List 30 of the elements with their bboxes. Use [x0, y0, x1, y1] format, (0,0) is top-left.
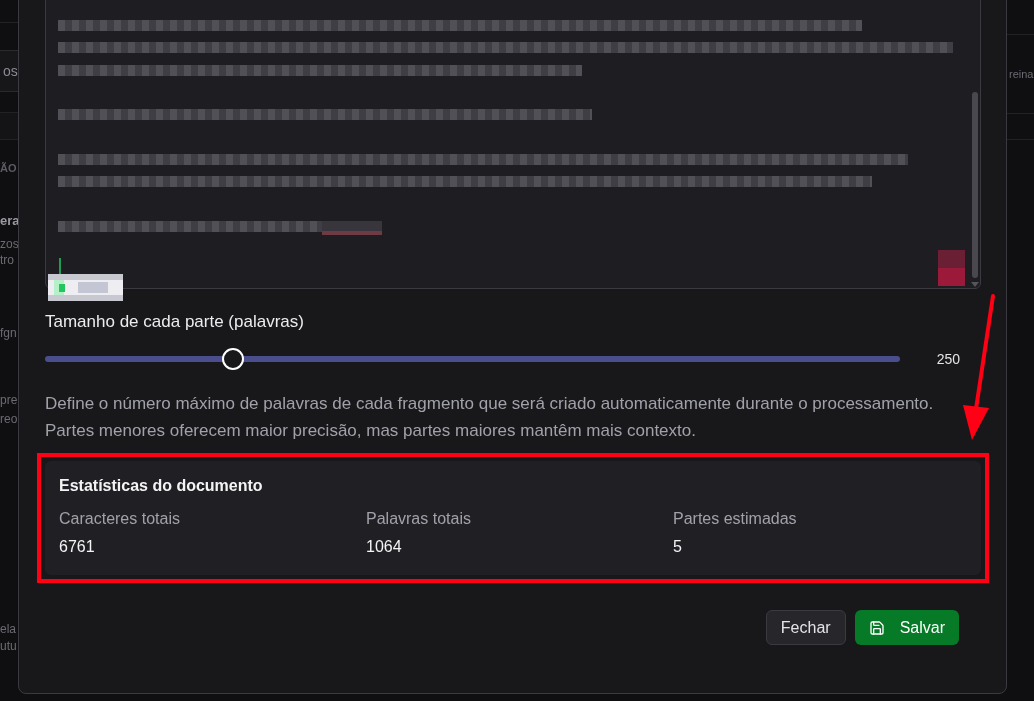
body-text: ela	[0, 621, 16, 638]
description-text: Define o número máximo de palavras de cada fragmento que será criado automaticamente durante o processamento.	[45, 393, 934, 415]
body-text: reina	[1009, 66, 1034, 82]
statistic-value: 5	[673, 537, 682, 557]
body-text: reo	[0, 411, 18, 428]
body-text: pre	[0, 392, 18, 409]
statistic-value: 1064	[366, 537, 402, 557]
slider-value: 250	[936, 349, 960, 369]
scroll-down-icon[interactable]	[971, 282, 979, 287]
body-text: tro	[0, 252, 14, 268]
field-label: Tamanho de cada parte (palavras)	[45, 312, 304, 332]
statistic-label: Palavras totais	[366, 509, 471, 529]
annotation-arrow-icon	[961, 293, 996, 442]
close-button[interactable]: Fechar	[765, 610, 846, 645]
statistic-label: Partes estimadas	[673, 509, 797, 529]
redacted-block	[938, 250, 965, 286]
scrollbar-thumb[interactable]	[972, 92, 978, 278]
description-text: Partes menores oferecem maior precisão, mas partes maiores mantêm mais contexto.	[45, 420, 696, 442]
statistics-title: Estatísticas do documento	[59, 476, 263, 496]
text-cursor-icon	[59, 258, 61, 274]
body-text: zos	[0, 236, 19, 252]
body-text: utu	[0, 638, 17, 655]
statistic-label: Caracteres totais	[59, 509, 180, 529]
save-icon	[868, 619, 885, 636]
section-label: ÃO	[0, 161, 17, 176]
statistic-value: 6761	[59, 537, 95, 557]
input-field[interactable]: os	[0, 50, 18, 92]
slider-thumb[interactable]	[222, 348, 244, 370]
save-button[interactable]: Salvar	[854, 610, 959, 645]
body-text: fgn	[0, 325, 17, 341]
